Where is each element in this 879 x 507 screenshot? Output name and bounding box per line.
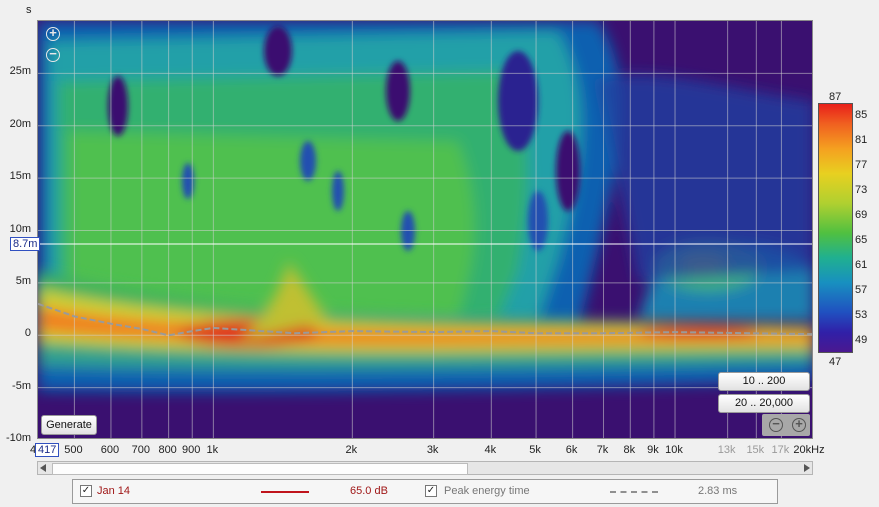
colorbar-tick-label: 57	[855, 283, 868, 296]
colorbar-tick-label: 85	[855, 108, 868, 121]
y-tick-label: 10m	[9, 222, 31, 235]
freq-zoom-out-icon[interactable]: −	[769, 417, 783, 432]
peak-energy-label: Peak energy time	[444, 485, 530, 497]
zoom-out-icon[interactable]: −	[46, 47, 60, 62]
y-tick-label: 25m	[9, 65, 31, 78]
peak-line-swatch	[610, 491, 658, 493]
colorbar-tick-label: 77	[855, 158, 868, 171]
series-visibility-checkbox[interactable]: ✓	[80, 485, 92, 497]
colorbar-tick-label: 81	[855, 133, 868, 146]
y-axis-unit: s	[26, 4, 32, 16]
x-tick-label: 700	[131, 444, 151, 456]
colorbar-tick-label: 65	[855, 233, 868, 246]
x-tick-label: 9k	[647, 444, 659, 456]
x-tick-label: 1k	[206, 444, 219, 456]
x-tick-label: 3k	[426, 444, 439, 456]
colorbar-tick-label: 69	[855, 208, 868, 221]
x-tick-label: 600	[100, 444, 120, 456]
horizontal-scrollbar[interactable]	[37, 461, 813, 475]
colorbar-tick-label: 49	[855, 333, 868, 346]
range-20-20000-button[interactable]: 20 .. 20,000	[718, 394, 810, 413]
x-tick-label: 500	[64, 444, 83, 456]
x-tick-label: 4k	[484, 444, 497, 456]
y-tick-label: 5m	[15, 274, 31, 287]
x-tick-label: 6k	[565, 444, 578, 456]
y-tick-label: 20m	[9, 117, 31, 130]
x-tick-label: 8k	[623, 444, 636, 456]
zoom-in-icon[interactable]: +	[46, 26, 60, 41]
y-cursor-readout: 8.7m	[10, 237, 41, 251]
y-tick-label: -5m	[12, 379, 31, 392]
x-tick-label: 2k	[345, 444, 358, 456]
colorbar-tick-label: 61	[855, 258, 868, 271]
peak-energy-value: 2.83 ms	[698, 485, 738, 497]
y-tick-label: -10m	[5, 432, 31, 444]
spectrogram-surface	[38, 21, 812, 438]
colorbar-top-label: 87	[829, 91, 842, 103]
x-tick-label: 15k	[746, 444, 765, 456]
spectrogram-plot[interactable]: + − Generate 10 .. 200 20 .. 20,000 − +	[37, 20, 813, 439]
x-tick-label: 13k	[717, 444, 736, 456]
x-tick-label: 800	[158, 444, 177, 456]
generate-button[interactable]: Generate	[41, 415, 97, 435]
x-tick-label: 20kHz	[793, 444, 825, 456]
colorbar-bottom-label: 47	[829, 356, 842, 368]
colorbar-tick-label: 53	[855, 308, 868, 321]
colorbar	[818, 103, 853, 353]
x-tick-label: 10k	[665, 444, 683, 456]
colorbar-tick-label: 73	[855, 183, 868, 196]
x-tick-label: 17k	[771, 444, 790, 456]
freq-zoom-in-icon[interactable]: +	[792, 417, 806, 432]
scroll-left-arrow[interactable]	[40, 464, 46, 472]
x-tick-label: 900	[182, 444, 201, 456]
range-10-200-button[interactable]: 10 .. 200	[718, 372, 810, 391]
y-tick-label: 0	[24, 327, 31, 340]
series-name: Jan 14	[97, 485, 131, 497]
x-tick-label: 5k	[529, 444, 541, 456]
y-tick-label: 15m	[9, 170, 31, 183]
series-line-swatch	[261, 491, 309, 493]
series-value: 65.0 dB	[350, 485, 388, 497]
legend-bar: ✓ Jan 14 65.0 dB ✓ Peak energy time 2.83…	[72, 479, 778, 504]
scroll-right-arrow[interactable]	[804, 464, 810, 472]
x-tick-label: 7k	[596, 444, 609, 456]
peak-energy-checkbox[interactable]: ✓	[425, 485, 437, 497]
x-cursor-readout: 417	[35, 443, 60, 457]
scrollbar-thumb[interactable]	[52, 463, 468, 475]
